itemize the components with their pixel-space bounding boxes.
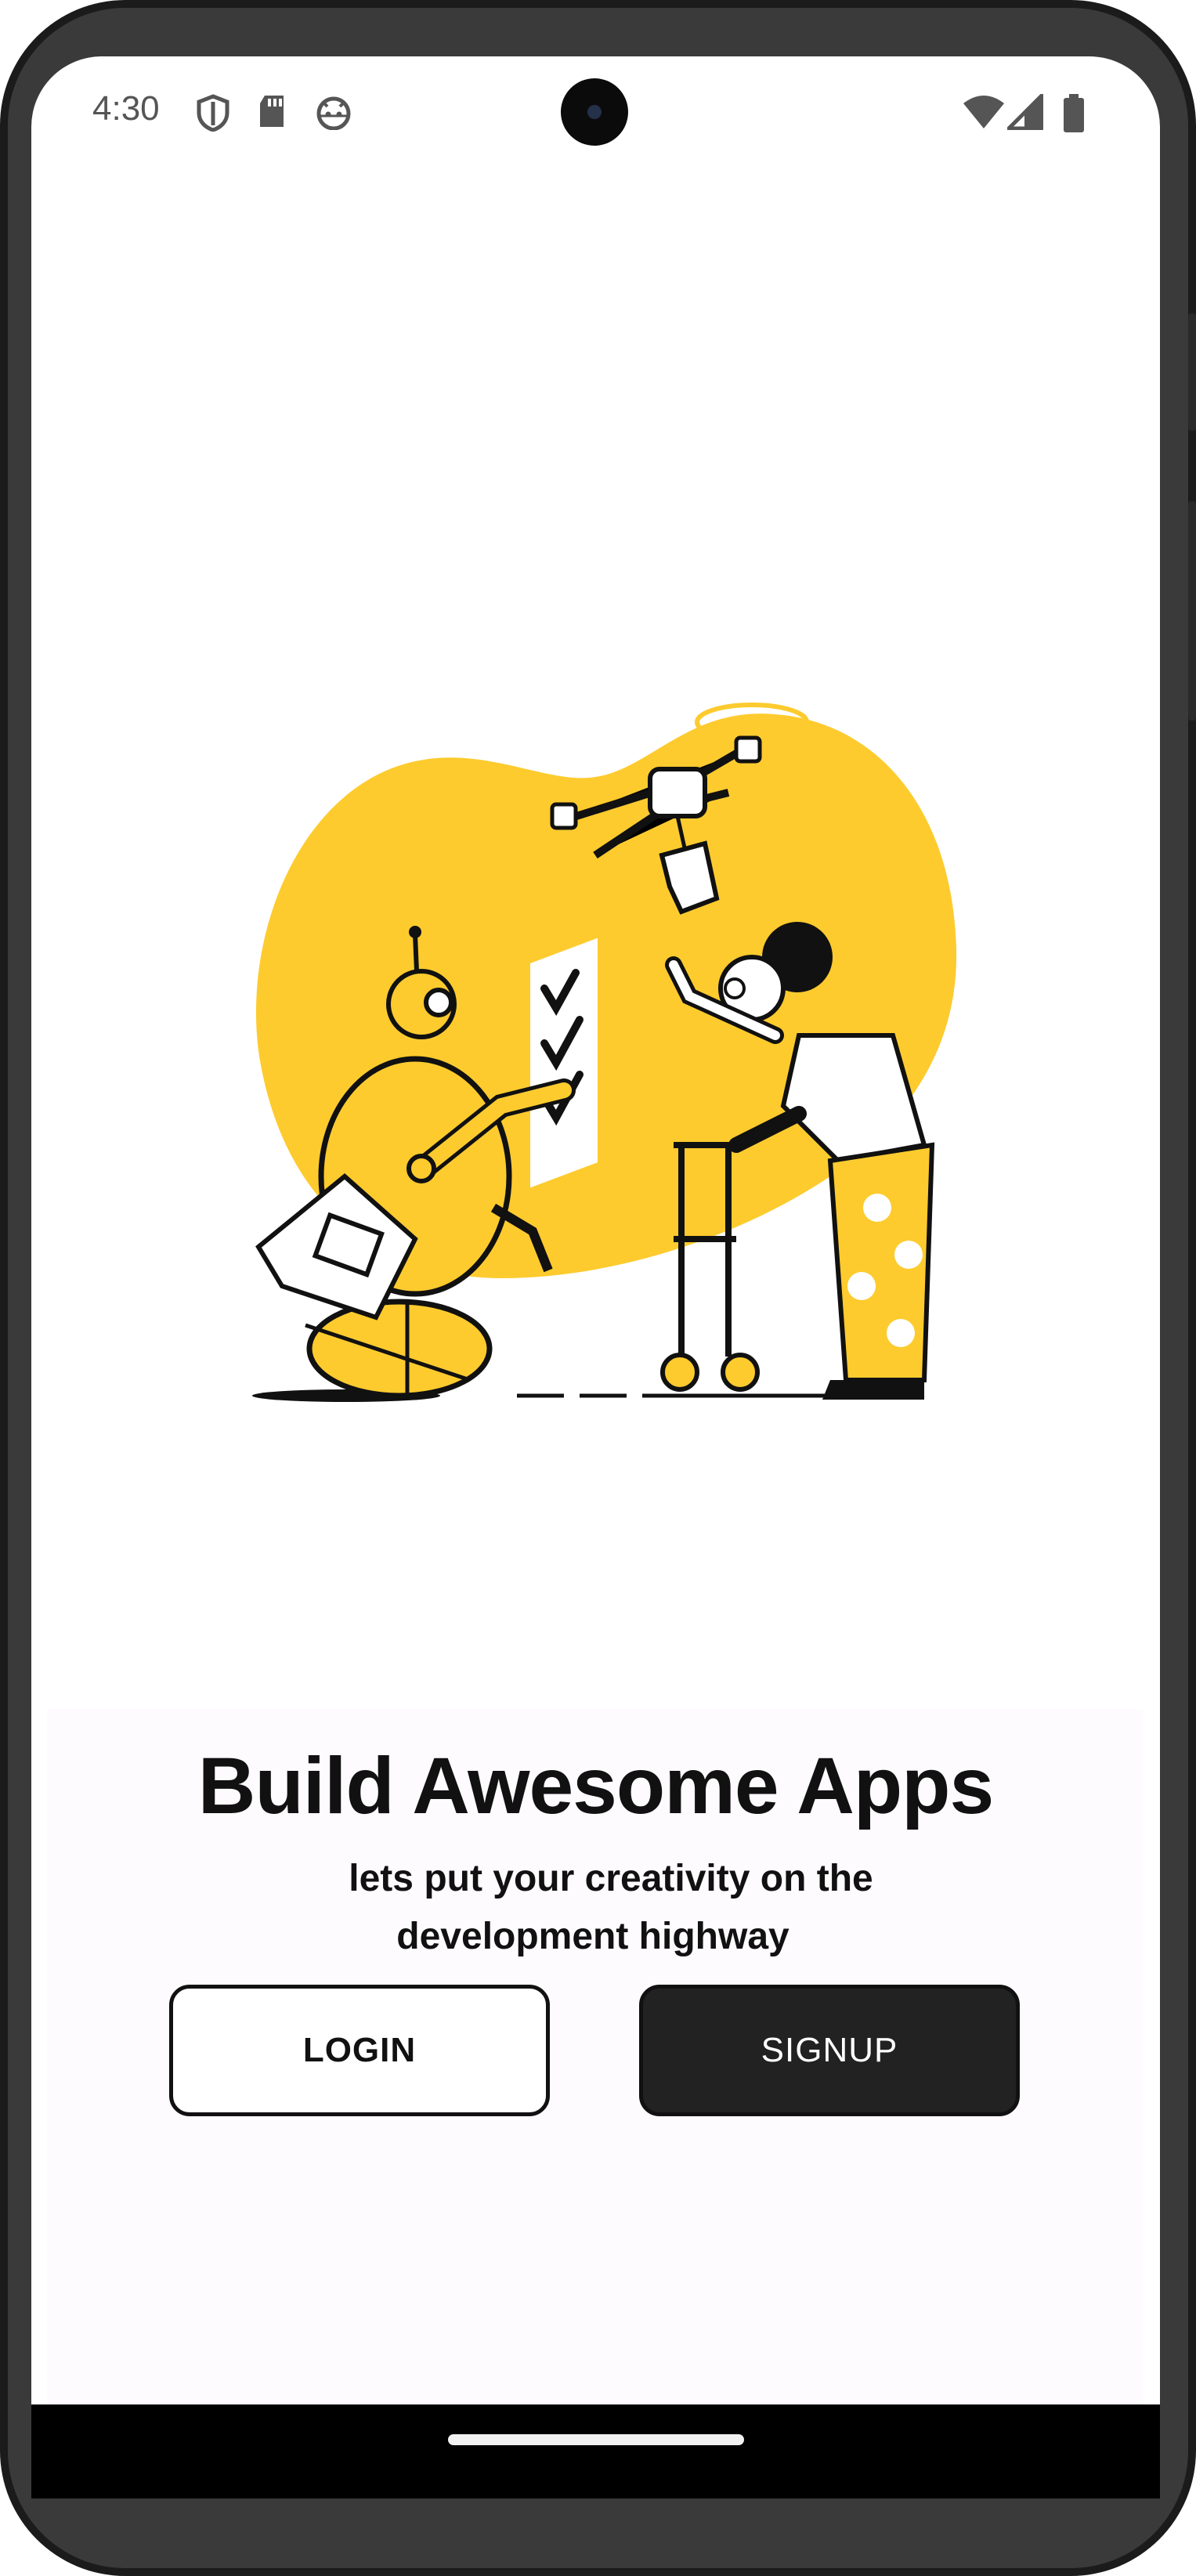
checklist-icon (530, 938, 598, 1188)
volume-button (1188, 501, 1196, 721)
android-face-icon (315, 94, 352, 134)
status-time: 4:30 (92, 89, 160, 128)
home-gesture-handle[interactable] (448, 2434, 744, 2445)
subtitle-line-2: development highway (396, 1916, 790, 1957)
hero-illustration (47, 628, 1144, 1458)
subtitle-line-1: lets put your creativity on the (349, 1858, 873, 1899)
signup-button[interactable]: SIGNUP (639, 1985, 1020, 2116)
power-button (1188, 313, 1196, 431)
shield-icon (196, 94, 230, 135)
login-button-label: LOGIN (302, 2031, 417, 2069)
status-bar: 4:30 (31, 56, 1160, 174)
sd-card-icon (257, 94, 287, 132)
subtitle: lets put your creativity on the developm… (313, 1850, 909, 1966)
front-camera (561, 78, 628, 146)
wifi-icon (962, 94, 1006, 134)
phone-frame: 4:30 Build Awesome Apps lets put your cr… (0, 0, 1196, 2576)
signup-button-label: SIGNUP (761, 2031, 898, 2069)
screen: 4:30 Build Awesome Apps lets put your cr… (31, 56, 1160, 2498)
navigation-bar (31, 2404, 1160, 2498)
battery-icon (1062, 94, 1086, 137)
login-button[interactable]: LOGIN (169, 1985, 550, 2116)
headline: Build Awesome Apps (197, 1741, 994, 1830)
cellular-signal-icon (1006, 93, 1044, 134)
